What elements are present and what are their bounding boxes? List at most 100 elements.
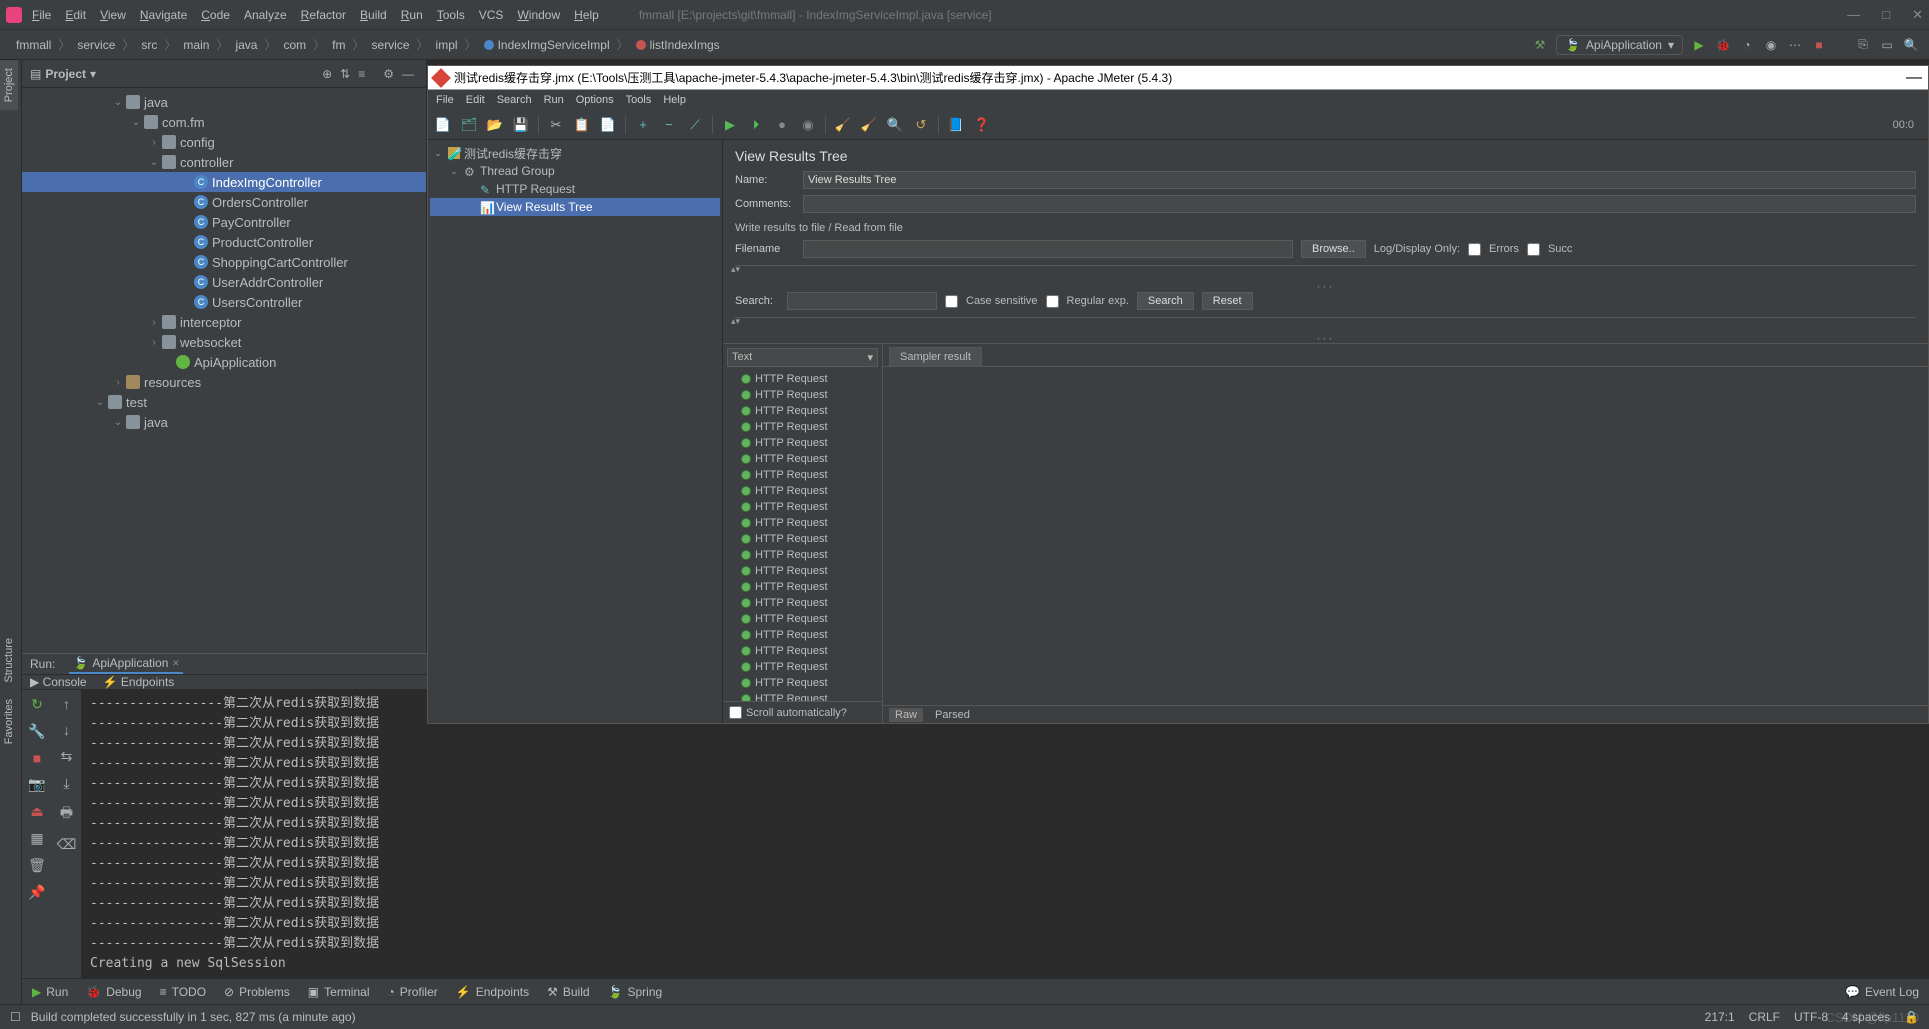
btab-spring[interactable]: 🍃Spring [608,985,663,999]
regex-checkbox[interactable] [1046,295,1059,308]
attach-icon[interactable]: ⋯ [1787,37,1803,53]
crumb-main[interactable]: main [177,36,215,54]
crumb-method[interactable]: listIndexImgs [630,36,726,54]
camera-icon[interactable]: 📷 [28,776,45,793]
filename-input[interactable] [803,240,1293,258]
btab-build[interactable]: ⚒Build [547,985,589,999]
profile-icon[interactable]: ◉ [1763,37,1779,53]
menu-help[interactable]: Help [574,8,599,22]
result-row[interactable]: HTTP Request [723,675,882,691]
copy-icon[interactable]: 📋 [573,116,591,134]
jm-menu-help[interactable]: Help [663,94,686,106]
menu-edit[interactable]: Edit [65,8,86,22]
tab-endpoints[interactable]: ⚡ Endpoints [103,675,175,689]
crumb-fm[interactable]: fm [326,36,351,54]
menu-window[interactable]: Window [517,8,560,22]
start-icon[interactable]: ▶ [721,116,739,134]
jm-menu-run[interactable]: Run [544,94,564,106]
cut-icon[interactable]: ✂ [547,116,565,134]
run-tab-apiapplication[interactable]: 🍃ApiApplication × [69,654,183,674]
paste-icon[interactable]: 📄 [599,116,617,134]
status-encoding[interactable]: UTF-8 [1794,1010,1828,1024]
tab-raw[interactable]: Raw [889,708,923,722]
jm-menu-options[interactable]: Options [576,94,614,106]
menu-file[interactable]: File [32,8,51,22]
tab-sampler-result[interactable]: Sampler result [889,347,982,366]
git-icon[interactable]: ⎘ [1855,37,1871,53]
tree-class-indeximgcontroller[interactable]: CIndexImgController [22,172,426,192]
reset-button[interactable]: Reset [1202,292,1253,310]
vtab-project[interactable]: Project [0,60,18,110]
up-icon[interactable]: ↑ [63,696,70,712]
menu-analyze[interactable]: Analyze [244,8,287,22]
splitter-icon[interactable]: ··· [723,331,1928,341]
stop-icon[interactable]: ■ [33,750,41,766]
layout-icon[interactable]: ▭ [1879,37,1895,53]
btab-problems[interactable]: ⊘Problems [224,985,290,999]
clear-all-icon[interactable]: 🧹 [860,116,878,134]
jm-menu-file[interactable]: File [436,94,454,106]
name-input[interactable] [803,171,1916,189]
tree-resources[interactable]: ›resources [22,372,426,392]
tree-pkg-websocket[interactable]: ›websocket [22,332,426,352]
renderer-dropdown[interactable]: Text▾ [727,348,878,367]
result-row[interactable]: HTTP Request [723,371,882,387]
status-caret[interactable]: 217:1 [1705,1010,1735,1024]
result-row[interactable]: HTTP Request [723,579,882,595]
tree-class-shoppingcartcontroller[interactable]: CShoppingCartController [22,252,426,272]
menu-vcs[interactable]: VCS [479,8,504,22]
pin-icon[interactable]: 📌 [28,884,45,901]
result-row[interactable]: HTTP Request [723,659,882,675]
search-button[interactable]: Search [1137,292,1194,310]
menu-run[interactable]: Run [401,8,423,22]
result-row[interactable]: HTTP Request [723,435,882,451]
run-config-dropdown[interactable]: 🍃 ApiApplication ▾ [1556,35,1683,55]
tree-class-userscontroller[interactable]: CUsersController [22,292,426,312]
console-output[interactable]: -----------------第二次从redis获取到数据 --------… [82,690,1929,978]
stop-icon[interactable]: ■ [1811,37,1827,53]
result-row[interactable]: HTTP Request [723,451,882,467]
coverage-icon[interactable]: ◔ [1739,37,1755,53]
jm-tree-threadgroup[interactable]: ⌄⚙Thread Group [430,162,720,180]
tree-pkg-controller[interactable]: ⌄controller [22,152,426,172]
btab-debug[interactable]: 🐞Debug [86,985,141,999]
stop-icon[interactable]: ● [773,116,791,134]
close-icon[interactable]: ✕ [1912,7,1923,23]
hide-icon[interactable]: — [402,67,414,81]
menu-build[interactable]: Build [360,8,387,22]
new-icon[interactable]: 📄 [434,116,452,134]
result-row[interactable]: HTTP Request [723,643,882,659]
btab-terminal[interactable]: ▣Terminal [308,985,370,999]
minus-icon[interactable]: − [660,116,678,134]
minimize-icon[interactable]: — [1847,7,1860,23]
successes-checkbox[interactable] [1527,243,1540,256]
tab-parsed[interactable]: Parsed [929,708,976,722]
print-icon[interactable]: 🖶 [60,802,73,826]
result-row[interactable]: HTTP Request [723,483,882,499]
tree-class-useraddrcontroller[interactable]: CUserAddrController [22,272,426,292]
collapse-icon[interactable]: ⇅ [340,67,350,81]
status-lineend[interactable]: CRLF [1749,1010,1780,1024]
crumb-impl[interactable]: impl [430,36,464,54]
open-icon[interactable]: 📂 [486,116,504,134]
result-row[interactable]: HTTP Request [723,499,882,515]
btab-run[interactable]: ▶Run [32,985,68,999]
status-icon[interactable]: ☐ [10,1010,21,1024]
tree-class-apiapp[interactable]: ApiApplication [22,352,426,372]
errors-checkbox[interactable] [1468,243,1481,256]
crumb-com[interactable]: com [277,36,312,54]
case-checkbox[interactable] [945,295,958,308]
result-row[interactable]: HTTP Request [723,531,882,547]
tree-class-paycontroller[interactable]: CPayController [22,212,426,232]
function-icon[interactable]: 📘 [947,116,965,134]
splitter-icon[interactable]: ··· [723,279,1928,289]
crumb-service[interactable]: service [366,36,416,54]
layout-icon[interactable]: ▦ [30,830,43,847]
result-row[interactable]: HTTP Request [723,515,882,531]
jmeter-minimize-icon[interactable]: — [1906,69,1922,87]
down-icon[interactable]: ↓ [63,722,70,738]
result-row[interactable]: HTTP Request [723,467,882,483]
jmeter-titlebar[interactable]: 测试redis缓存击穿.jmx (E:\Tools\压测工具\apache-jm… [428,66,1928,90]
menu-view[interactable]: View [100,8,126,22]
crumb-class[interactable]: IndexImgServiceImpl [478,36,616,54]
